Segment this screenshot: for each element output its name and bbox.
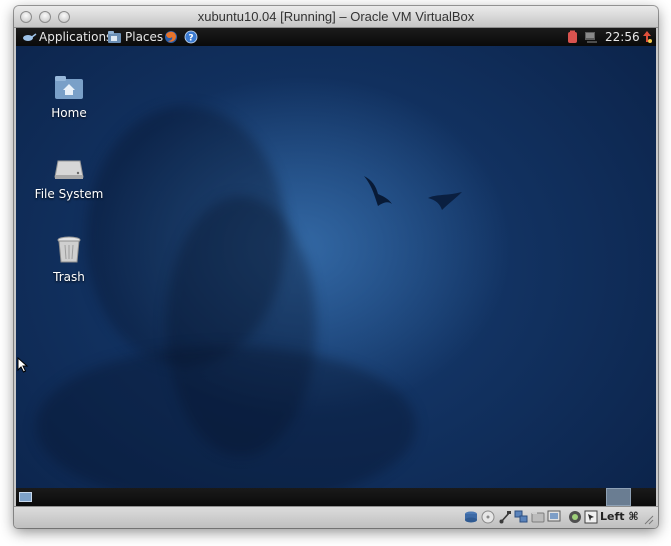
bird-silhouette [364,176,392,206]
battery-icon [568,30,577,43]
network-icon [585,32,597,43]
virtualbox-statusbar: Left ⌘ [14,506,658,528]
top-panel: Applications Places ? 22:56 [16,28,656,46]
bird-silhouette [428,192,462,210]
hard-disk-icon[interactable] [464,510,478,524]
mouse-integration-icon[interactable] [584,510,598,524]
trash-icon [57,236,81,263]
virtualization-icon[interactable] [568,510,582,524]
places-menu[interactable]: Places [107,29,163,45]
applications-menu-label: Applications [39,30,113,44]
show-desktop-button[interactable] [19,492,32,502]
mouse-pointer-icon [17,357,29,373]
logout-button[interactable] [640,29,654,45]
folder-home-icon [55,76,83,99]
clock[interactable]: 22:56 [605,29,640,45]
firefox-icon [165,31,177,43]
clock-time: 22:56 [605,30,640,44]
svg-text:?: ? [188,34,193,44]
desktop-icon-label: Home [51,106,87,120]
desktop-icon-home[interactable]: Home [29,74,109,120]
places-folder-icon [108,31,121,43]
workspace-switcher[interactable] [606,488,631,506]
xfce-mouse-icon [23,33,37,41]
window-title: xubuntu10.04 [Running] – Oracle VM Virtu… [197,9,475,24]
help-launcher[interactable]: ? [184,29,198,45]
virtualbox-window: xubuntu10.04 [Running] – Oracle VM Virtu… [14,6,658,528]
optical-drive-icon[interactable] [481,510,495,524]
guest-screen[interactable]: Applications Places ? 22:56 Home File Sy… [16,28,656,506]
desktop-icon-trash[interactable]: Trash [29,236,109,284]
resize-grip-icon[interactable] [644,515,654,525]
wallpaper-birds [364,176,462,210]
desktop-icon-label: Trash [53,270,85,284]
applications-menu[interactable]: Applications [21,29,112,45]
power-indicator[interactable] [567,29,578,45]
logout-icon [643,31,652,43]
firefox-launcher[interactable] [164,29,178,45]
network-indicator[interactable] [584,29,598,45]
window-titlebar[interactable]: xubuntu10.04 [Running] – Oracle VM Virtu… [14,6,658,28]
network-adapter-icon[interactable] [514,510,528,524]
drive-icon [54,160,84,179]
desktop-icon-file-system[interactable]: File System [29,155,109,201]
shared-folders-icon[interactable] [531,510,545,524]
desktop[interactable]: Home File System Trash [16,46,656,506]
bottom-panel [16,488,656,506]
usb-icon[interactable] [498,510,512,524]
help-icon: ? [184,30,198,44]
host-key-label: Left ⌘ [600,510,639,523]
display-icon[interactable] [547,510,561,524]
places-menu-label: Places [125,30,164,44]
desktop-icon-label: File System [34,187,104,201]
